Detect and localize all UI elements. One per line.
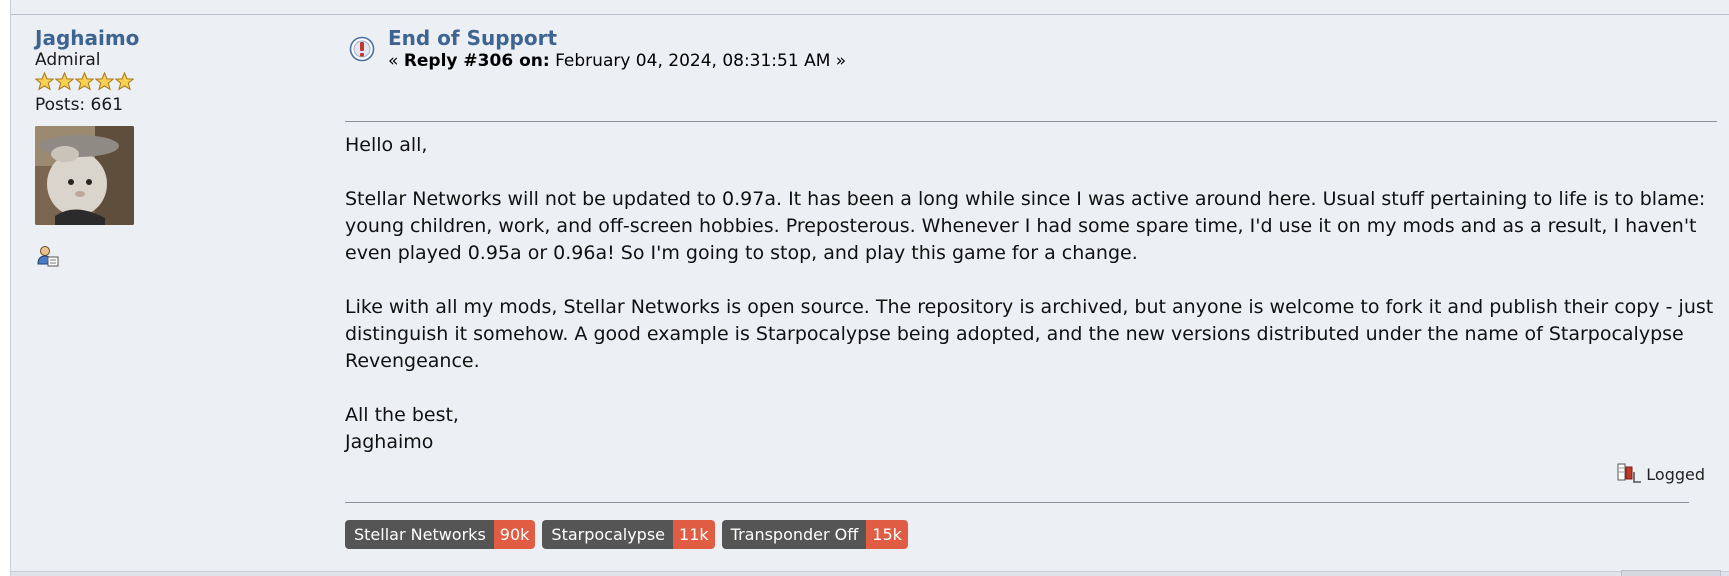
badge-starpocalypse[interactable]: Starpocalypse 11k bbox=[542, 520, 715, 549]
post-content: End of Support « Reply #306 on: February… bbox=[345, 26, 1717, 549]
badge-transponder-off[interactable]: Transponder Off 15k bbox=[721, 520, 908, 549]
badge-label: Transponder Off bbox=[721, 520, 867, 549]
logged-icon bbox=[1617, 463, 1642, 483]
badge-count: 15k bbox=[866, 520, 908, 549]
post-count: Posts: 661 bbox=[35, 95, 124, 115]
post-header: End of Support « Reply #306 on: February… bbox=[345, 26, 1717, 86]
next-post-tab bbox=[1621, 570, 1721, 576]
bottom-divider bbox=[11, 571, 1729, 576]
reply-number-link[interactable]: Reply #306 on: bbox=[404, 51, 550, 71]
badge-label: Stellar Networks bbox=[345, 520, 494, 549]
avatar-image bbox=[35, 126, 134, 225]
poster-name-link[interactable]: Jaghaimo bbox=[35, 26, 295, 50]
badge-count: 90k bbox=[493, 520, 536, 549]
top-divider bbox=[11, 14, 1729, 15]
reply-date: February 04, 2024, 08:31:51 AM » bbox=[549, 51, 847, 71]
post-container: Jaghaimo Admiral Posts: 661 End of Suppo… bbox=[10, 0, 1729, 576]
poster-rank: Admiral bbox=[35, 50, 101, 70]
star-icon bbox=[75, 71, 94, 90]
header-divider bbox=[345, 121, 1717, 122]
reply-info: « Reply #306 on: February 04, 2024, 08:3… bbox=[388, 50, 846, 72]
rank-stars bbox=[35, 71, 295, 91]
badge-stellar-networks[interactable]: Stellar Networks 90k bbox=[345, 520, 536, 549]
post-signoff: All the best, Jaghaimo bbox=[345, 402, 1717, 456]
logged-label: Logged bbox=[1646, 464, 1705, 484]
star-icon bbox=[35, 71, 54, 90]
profile-icon[interactable] bbox=[37, 245, 59, 267]
poster-info: Jaghaimo Admiral Posts: 661 bbox=[35, 26, 295, 271]
signoff-name: Jaghaimo bbox=[345, 431, 434, 453]
post-subject-link[interactable]: End of Support bbox=[388, 26, 557, 50]
avatar bbox=[35, 126, 134, 225]
reply-prefix: « bbox=[388, 51, 404, 71]
logged-indicator: Logged bbox=[1616, 463, 1705, 485]
post-body: Hello all, Stellar Networks will not be … bbox=[345, 132, 1717, 456]
post-paragraph: Hello all, bbox=[345, 134, 428, 156]
star-icon bbox=[95, 71, 114, 90]
signature-divider bbox=[345, 502, 1689, 503]
badge-label: Starpocalypse bbox=[542, 520, 674, 549]
star-icon bbox=[55, 71, 74, 90]
post-paragraph: Like with all my mods, Stellar Networks … bbox=[345, 296, 1714, 372]
exclamation-icon bbox=[349, 36, 375, 62]
badge-count: 11k bbox=[673, 520, 715, 549]
signoff-line: All the best, bbox=[345, 404, 459, 426]
star-icon bbox=[115, 71, 134, 90]
signature-badges: Stellar Networks 90k Starpocalypse 11k T… bbox=[345, 520, 908, 549]
post-paragraph: Stellar Networks will not be updated to … bbox=[345, 188, 1706, 264]
